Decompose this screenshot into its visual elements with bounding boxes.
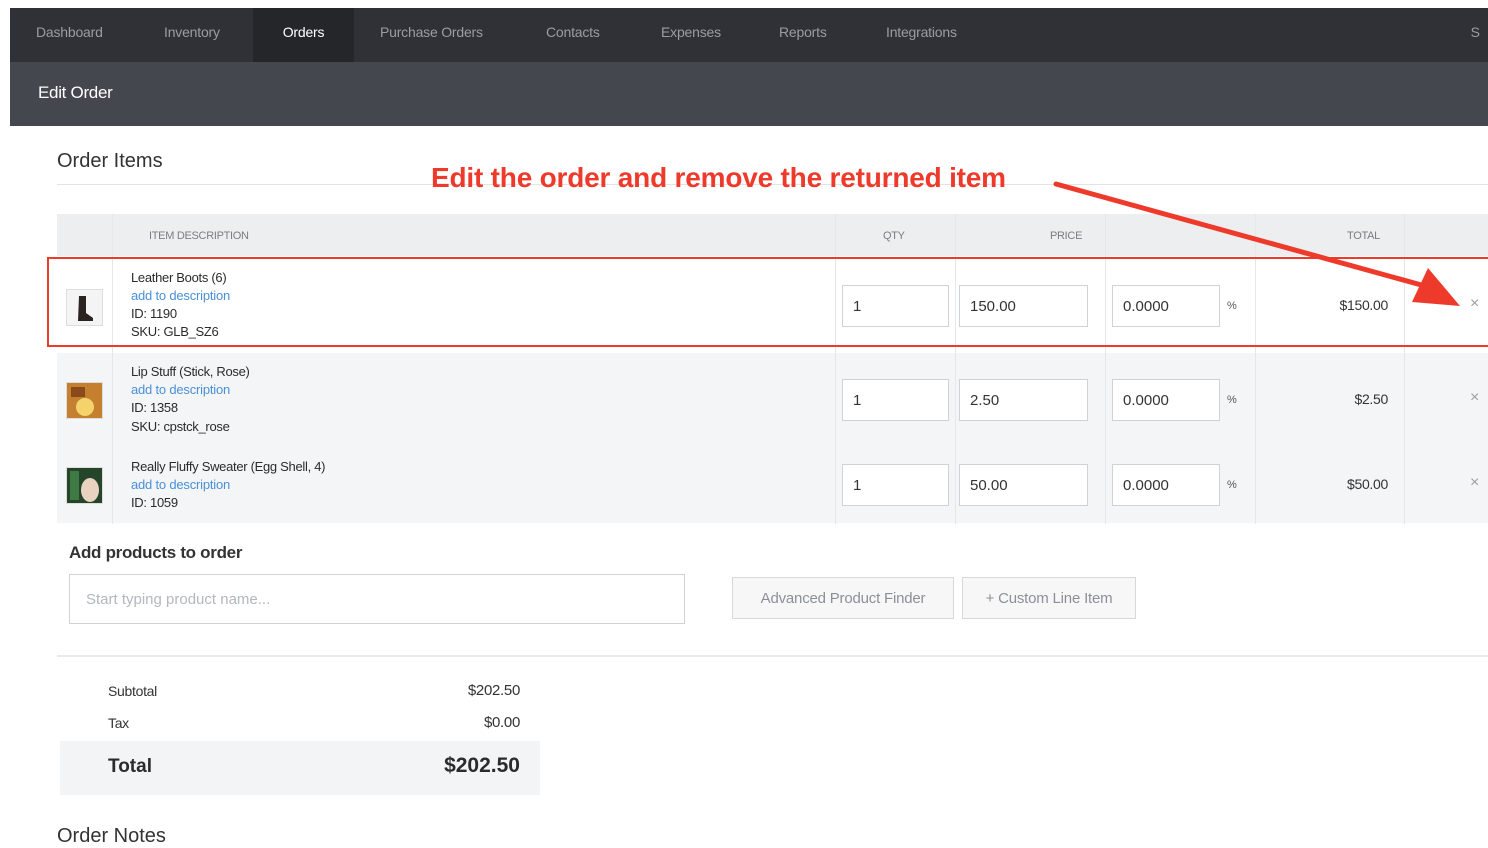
remove-item-icon[interactable]: × [1470, 474, 1479, 492]
add-description-link[interactable]: add to description [131, 477, 230, 492]
annotation-text: Edit the order and remove the returned i… [431, 162, 1006, 193]
table-row: Lip Stuff (Stick, Rose) add to descripti… [57, 353, 1488, 447]
total-value: $202.50 [444, 754, 520, 777]
price-input[interactable] [959, 464, 1088, 506]
subtotal-label: Subtotal [108, 683, 157, 699]
nav-inventory[interactable]: Inventory [164, 8, 220, 62]
sweater-icon [67, 468, 102, 503]
nav-contacts[interactable]: Contacts [546, 8, 600, 62]
top-nav: Dashboard Inventory Orders Purchase Orde… [10, 8, 1488, 62]
nav-purchase-orders[interactable]: Purchase Orders [380, 8, 483, 62]
header-item-description: ITEM DESCRIPTION [149, 230, 249, 242]
tax-label: Tax [108, 715, 129, 731]
add-products-title: Add products to order [69, 543, 243, 562]
percent-sign: % [1227, 479, 1237, 491]
order-items-title: Order Items [57, 150, 163, 172]
line-total: $50.00 [1346, 476, 1388, 492]
tax-value: $0.00 [483, 714, 520, 731]
add-description-link[interactable]: add to description [131, 382, 230, 397]
nav-dashboard[interactable]: Dashboard [36, 8, 103, 62]
discount-input[interactable] [1112, 379, 1220, 421]
item-id: ID: 1059 [131, 495, 178, 510]
nav-user-menu[interactable]: S [1471, 8, 1480, 56]
section-divider [57, 655, 1488, 657]
table-row: Really Fluffy Sweater (Egg Shell, 4) add… [57, 447, 1488, 523]
price-input[interactable] [959, 379, 1088, 421]
item-name: Really Fluffy Sweater (Egg Shell, 4) [131, 459, 326, 474]
qty-input[interactable] [842, 464, 949, 506]
percent-sign: % [1227, 394, 1237, 406]
custom-line-item-button[interactable]: + Custom Line Item [962, 577, 1136, 619]
nav-expenses[interactable]: Expenses [661, 8, 721, 62]
product-thumbnail [66, 382, 103, 419]
nav-integrations[interactable]: Integrations [886, 8, 957, 62]
order-notes-title: Order Notes [57, 825, 166, 847]
lipstick-icon [67, 383, 102, 418]
advanced-product-finder-button[interactable]: Advanced Product Finder [732, 577, 954, 619]
total-label: Total [108, 756, 152, 777]
line-total: $2.50 [1354, 391, 1388, 407]
discount-input[interactable] [1112, 464, 1220, 506]
annotation-arrow-icon [1053, 181, 1460, 306]
item-id: ID: 1358 [131, 400, 178, 415]
subtotal-value: $202.50 [467, 682, 520, 699]
header-qty: QTY [883, 230, 905, 242]
page-title: Edit Order [38, 83, 113, 102]
product-thumbnail [66, 467, 103, 504]
nav-orders[interactable]: Orders [253, 8, 354, 62]
item-sku: SKU: cpstck_rose [131, 419, 230, 434]
nav-reports[interactable]: Reports [779, 8, 827, 62]
item-name: Lip Stuff (Stick, Rose) [131, 364, 250, 379]
remove-item-icon[interactable]: × [1470, 389, 1479, 407]
product-search-input[interactable] [69, 574, 685, 624]
page-header: Edit Order [10, 62, 1488, 126]
qty-input[interactable] [842, 379, 949, 421]
